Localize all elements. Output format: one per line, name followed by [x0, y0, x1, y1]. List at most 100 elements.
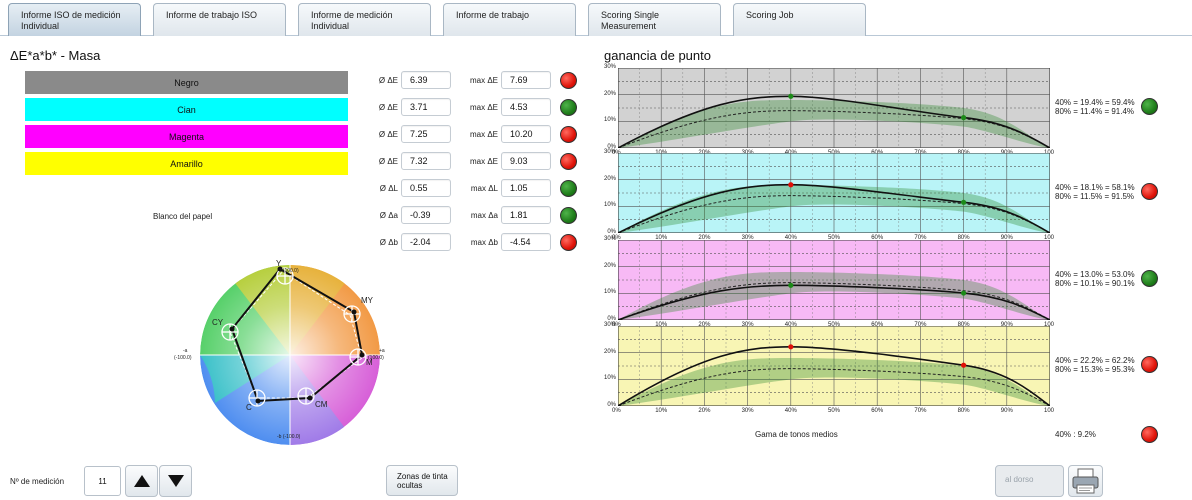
- measurement-number-field[interactable]: 11: [84, 466, 121, 496]
- tab-sublabel: Individual: [21, 21, 60, 31]
- dot-gain-status-light: [1141, 270, 1158, 287]
- dot-gain-chart: [618, 240, 1050, 320]
- point-80: [961, 115, 967, 121]
- wheel-label-y: Y: [276, 259, 282, 268]
- y-tick-label: 20%: [603, 262, 616, 269]
- metric-status-light: [560, 153, 577, 170]
- metric-label: Ø ΔE: [378, 130, 398, 139]
- metric-max-value-field: 10.20: [501, 125, 551, 143]
- y-tick-label: 10%: [603, 289, 616, 296]
- x-tick-label: 30%: [741, 408, 754, 414]
- dot-gain-status-light: [1141, 356, 1158, 373]
- swatch-cian: Cian: [25, 98, 348, 121]
- dot-gain-40-text: 40% = 19.4% = 59.4%: [1055, 98, 1135, 107]
- wheel-label-c: C: [246, 403, 252, 412]
- swatch-negro: Negro: [25, 71, 348, 94]
- dot-gain-status-light: [1141, 183, 1158, 200]
- color-wheel: Y MY M CM C CY b(100.0) -b (-100.0) -a (…: [170, 258, 400, 448]
- wheel-axis-right-value: (100.0): [368, 355, 384, 361]
- metric-status-light: [560, 99, 577, 116]
- swatch-magenta: Magenta: [25, 125, 348, 148]
- swatch-amarillo: Amarillo: [25, 152, 348, 175]
- tab-sublabel: Measurement: [601, 21, 657, 31]
- y-tick-label: 30%: [603, 149, 616, 155]
- point-80: [961, 362, 967, 368]
- metric-label: Ø ΔE: [378, 157, 398, 166]
- dot-gain-80-text: 80% = 10.1% = 90.1%: [1055, 279, 1135, 288]
- next-measurement-button[interactable]: [125, 465, 158, 497]
- dot-gain-title: ganancia de punto: [604, 48, 711, 63]
- metric-value-field: 7.25: [401, 125, 451, 143]
- midtone-range-label: Gama de tonos medios: [755, 430, 838, 439]
- metric-max-value-field: 7.69: [501, 71, 551, 89]
- tab-label: Informe de trabajo ISO: [166, 10, 258, 20]
- point-40: [788, 344, 794, 350]
- metric-value-field: -0.39: [401, 206, 451, 224]
- metric-value-field: 0.55: [401, 179, 451, 197]
- tab-informe-trabajo-iso[interactable]: Informe de trabajo ISO: [153, 3, 286, 36]
- swatch-label: Amarillo: [170, 158, 203, 169]
- metric-status-light: [560, 126, 577, 143]
- metric-max-label: max ΔE: [469, 76, 498, 85]
- x-tick-label: 10%: [655, 408, 668, 414]
- arrow-down-icon: [167, 475, 184, 487]
- midtone-range-value: 40% : 9.2%: [1055, 430, 1096, 439]
- printer-icon: [1072, 468, 1099, 494]
- hidden-ink-zones-button[interactable]: Zonas de tinta ocultas: [386, 465, 458, 496]
- midtone-status-light: [1141, 426, 1158, 443]
- dot-gain-chart: [618, 68, 1050, 148]
- dot-gain-status-light: [1141, 98, 1158, 115]
- dot-gain-80-text: 80% = 11.4% = 91.4%: [1055, 107, 1135, 116]
- metric-label: Ø Δb: [379, 238, 398, 247]
- dot-gain-plot: [618, 68, 1050, 148]
- color-wheel-graphic: [200, 265, 380, 445]
- x-tick-label: 20%: [698, 408, 711, 414]
- tab-label: Informe de medición: [311, 10, 393, 20]
- metric-max-value-field: 1.81: [501, 206, 551, 224]
- metric-max-label: max Δa: [470, 211, 498, 220]
- x-tick-label: 80%: [957, 408, 970, 414]
- wheel-label-cm: CM: [315, 400, 328, 409]
- y-tick-label: 30%: [603, 322, 616, 328]
- y-tick-label: 20%: [603, 90, 616, 97]
- tab-informe-iso-medicion-individual[interactable]: Informe ISO de medición Individual: [8, 3, 141, 36]
- tab-informe-medicion-individual[interactable]: Informe de medición Individual: [298, 3, 431, 36]
- metric-value-field: -2.04: [401, 233, 451, 251]
- tab-scoring-single-measurement[interactable]: Scoring Single Measurement: [588, 3, 721, 36]
- metric-label: Ø ΔL: [379, 184, 398, 193]
- x-tick-label: 50%: [828, 408, 841, 414]
- back-side-button[interactable]: al dorso: [995, 465, 1064, 497]
- y-tick-label: 30%: [603, 64, 616, 70]
- print-button[interactable]: [1068, 465, 1103, 497]
- point-80: [961, 199, 967, 205]
- paper-white-label: Blanco del papel: [153, 212, 213, 221]
- swatch-label: Magenta: [168, 131, 205, 142]
- point-80: [961, 290, 967, 296]
- metric-value-field: 3.71: [401, 98, 451, 116]
- metric-label: Ø ΔE: [378, 103, 398, 112]
- previous-measurement-button[interactable]: [159, 465, 192, 497]
- x-tick-label: 0%: [612, 408, 621, 414]
- metric-status-light: [560, 207, 577, 224]
- tab-informe-trabajo[interactable]: Informe de trabajo: [443, 3, 576, 36]
- metric-status-light: [560, 234, 577, 251]
- dot-gain-plot: [618, 153, 1050, 233]
- metric-max-label: max ΔE: [469, 103, 498, 112]
- tab-scoring-job[interactable]: Scoring Job: [733, 3, 866, 36]
- dot-gain-chart: [618, 153, 1050, 233]
- point-40: [788, 93, 794, 99]
- wheel-label-cy: CY: [212, 318, 224, 327]
- metric-max-label: max ΔL: [470, 184, 498, 193]
- metric-max-value-field: 1.05: [501, 179, 551, 197]
- tab-sublabel: Individual: [311, 21, 350, 31]
- tab-label: Scoring Single: [601, 10, 660, 20]
- x-tick-label: 70%: [914, 408, 927, 414]
- dot-gain-80-text: 80% = 15.3% = 95.3%: [1055, 365, 1135, 374]
- dot-gain-40-text: 40% = 18.1% = 58.1%: [1055, 183, 1135, 192]
- swatch-label: Cian: [177, 104, 196, 115]
- wheel-label-my: MY: [361, 296, 373, 305]
- tab-label: Informe ISO de medición: [21, 10, 121, 20]
- y-tick-label: 20%: [603, 348, 616, 355]
- tab-label: Informe de trabajo: [456, 10, 530, 20]
- wheel-axis-left-value: (-100.0): [174, 355, 192, 361]
